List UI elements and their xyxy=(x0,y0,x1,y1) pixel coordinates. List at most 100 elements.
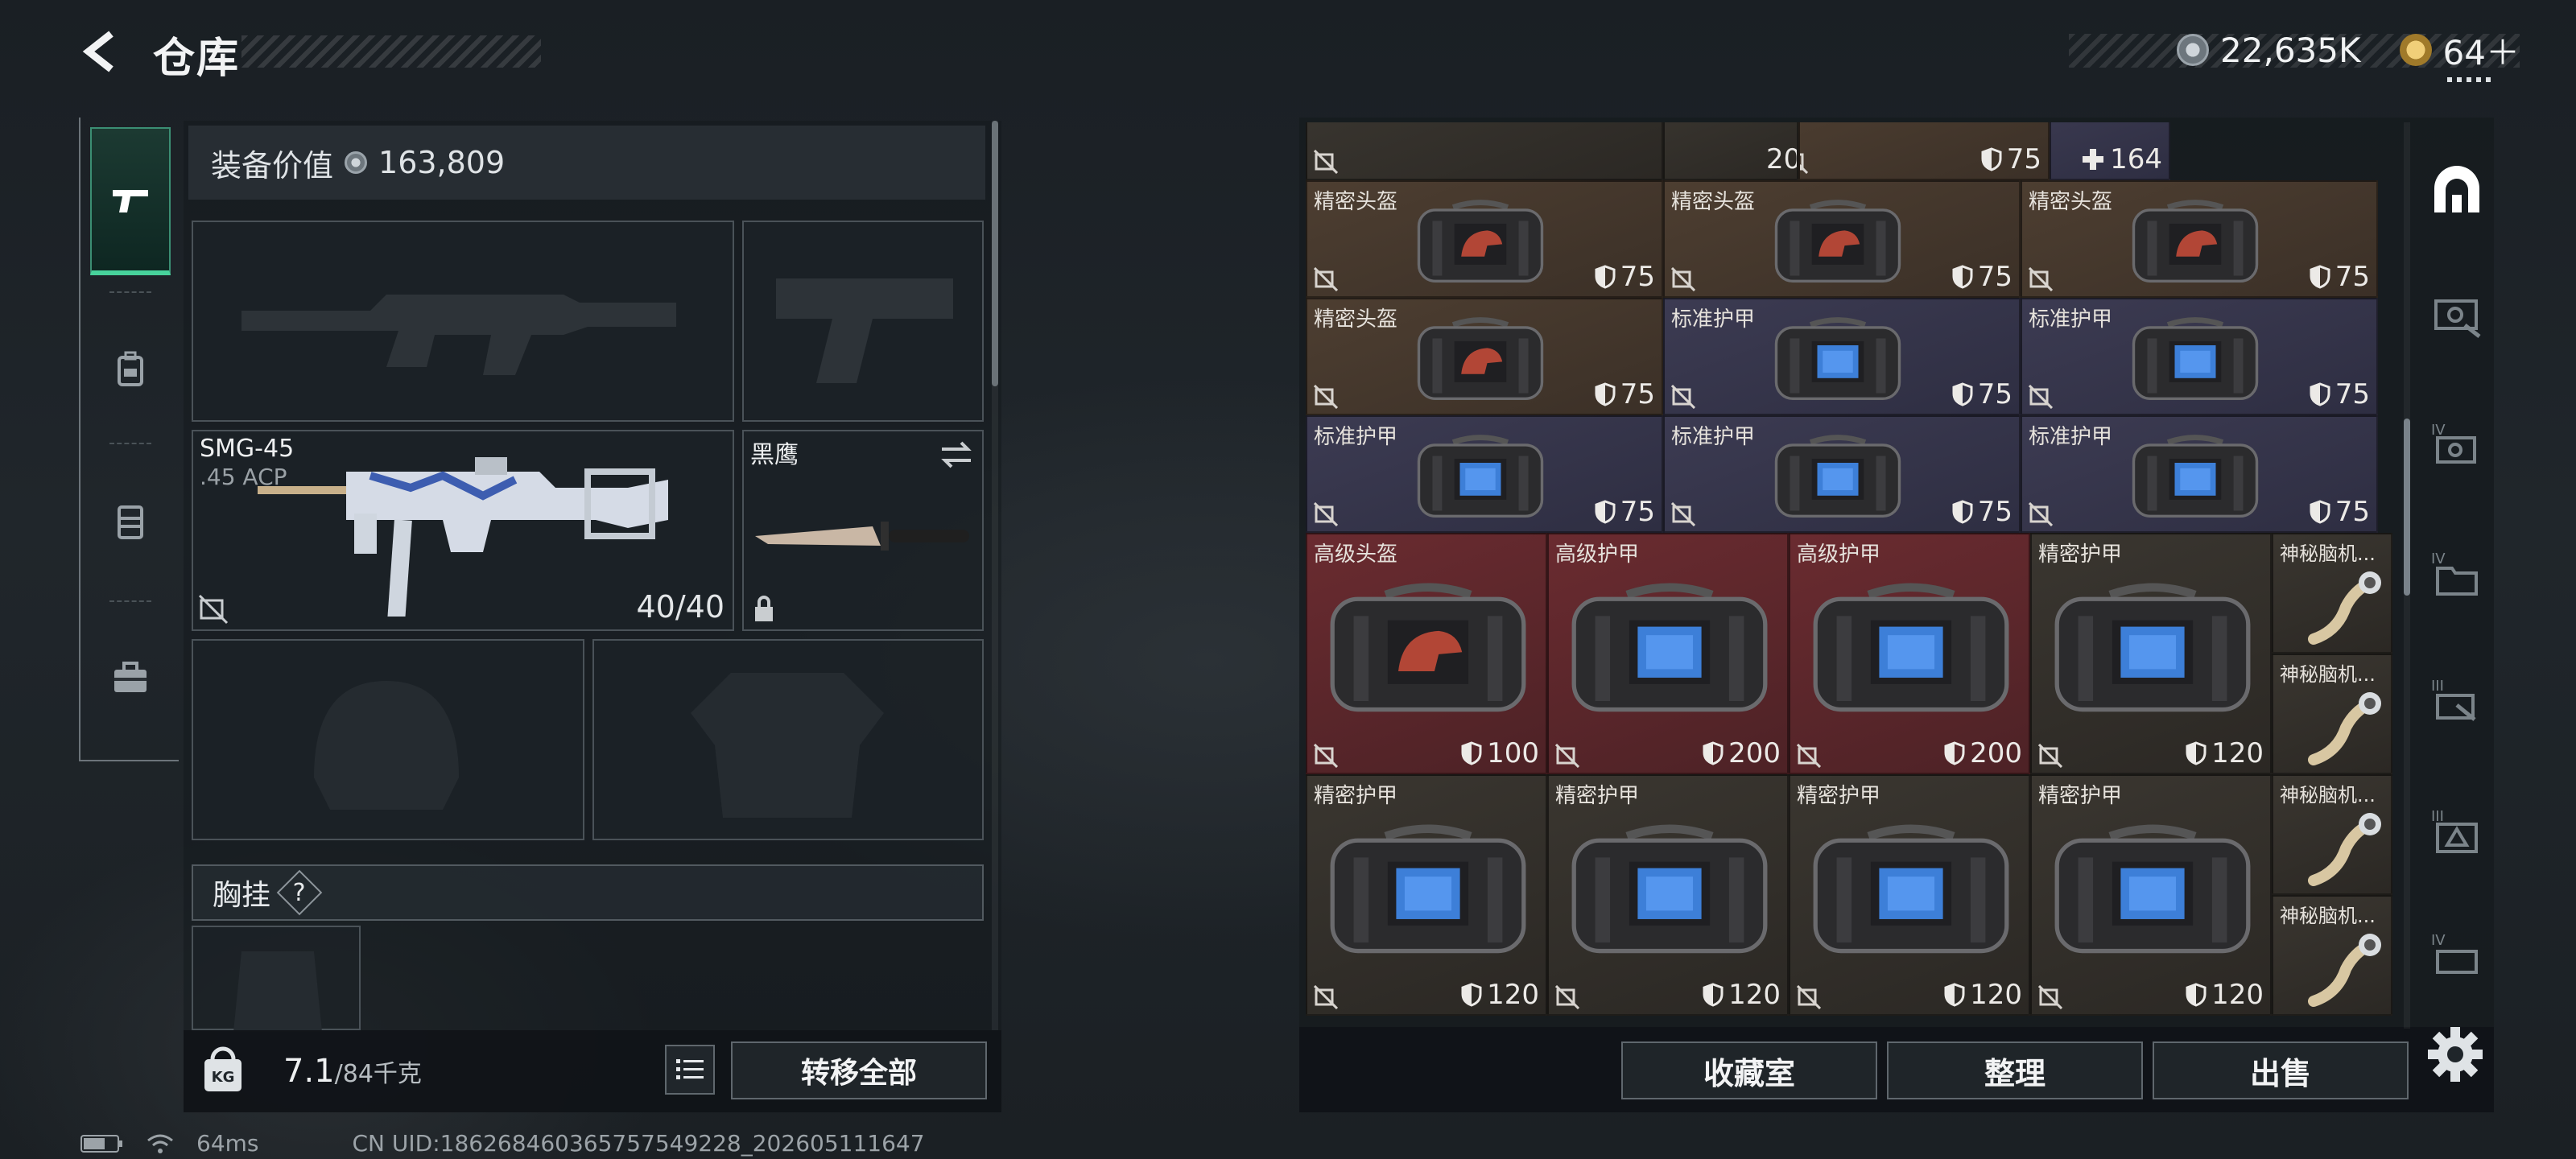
transfer-all-button[interactable]: 转移全部 xyxy=(731,1041,987,1099)
category-tier3-a[interactable]: III xyxy=(2418,663,2496,740)
storage-item-small[interactable]: 神秘脑机... xyxy=(2272,774,2392,895)
armor-case-icon xyxy=(2054,583,2251,712)
item-durability: 75 xyxy=(1952,261,2013,293)
shield-icon xyxy=(1595,265,1616,289)
shield-icon xyxy=(2310,265,2330,289)
storage-item[interactable]: 精密头盔 75 xyxy=(1306,298,1663,415)
storage-item[interactable]: 精密头盔 75 xyxy=(2021,180,2378,298)
no-trade-icon xyxy=(1314,502,1338,526)
storage-item[interactable]: 标准护甲 75 xyxy=(1663,298,2021,415)
brain-chip-icon xyxy=(2308,571,2381,645)
storage-item[interactable]: 标准护甲 75 xyxy=(2021,415,2378,533)
organize-button[interactable]: 整理 xyxy=(1887,1041,2143,1099)
storage-item[interactable]: 精密头盔 75 xyxy=(1663,180,2021,298)
helmet-case-icon xyxy=(1417,200,1544,283)
body-armor-slot[interactable] xyxy=(592,639,984,840)
storage-grid: 20/20 75 164 精密头盔75精密头盔75精密头盔75精密头盔75标准护… xyxy=(1306,122,2392,1029)
tab-rig[interactable] xyxy=(90,448,171,596)
swap-icon[interactable] xyxy=(939,439,974,470)
storage-item[interactable]: 精密头盔 75 xyxy=(1306,180,1663,298)
storage-item-large[interactable]: 精密护甲 120 xyxy=(1789,774,2030,1016)
list-view-button[interactable] xyxy=(665,1045,715,1095)
helmet-case-icon xyxy=(1774,200,1901,283)
help-icon[interactable]: ? xyxy=(276,869,323,916)
armor-case-icon xyxy=(1330,824,1526,954)
item-name: 精密护甲 xyxy=(1314,784,1398,808)
currency-display: 22,635K 64＋ xyxy=(2177,29,2520,72)
silver-amount: 22,635K xyxy=(2220,30,2361,70)
armor-case-icon xyxy=(2054,824,2251,954)
storage-item-large[interactable]: 精密护甲 120 xyxy=(2030,533,2272,774)
gold-amount[interactable]: 64＋ xyxy=(2443,26,2520,75)
svg-text:IV: IV xyxy=(2431,551,2446,567)
storage-item-large[interactable]: 精密护甲 120 xyxy=(1547,774,1789,1016)
storage-item-partial[interactable] xyxy=(1306,122,1663,180)
weight-readout: 7.1/84千克 xyxy=(283,1053,422,1090)
helmet-slot[interactable] xyxy=(192,639,584,840)
storage-item[interactable]: 标准护甲 75 xyxy=(2021,298,2378,415)
equipment-scrollbar[interactable] xyxy=(992,121,998,386)
category-tier4-b[interactable]: IV xyxy=(2418,536,2496,613)
item-name: 神秘脑机... xyxy=(2280,905,2376,927)
shield-icon xyxy=(1944,741,1965,765)
storage-item-ammo[interactable]: 164 xyxy=(2050,122,2170,180)
tab-weapons[interactable] xyxy=(90,127,171,275)
item-durability: 75 xyxy=(1595,261,1655,293)
melee-slot[interactable]: 黑鹰 xyxy=(742,430,984,631)
storage-scrollbar[interactable] xyxy=(2404,419,2410,596)
item-durability: 120 xyxy=(1703,979,1781,1011)
sidearm-slot[interactable] xyxy=(742,221,984,422)
back-arrow-icon[interactable] xyxy=(77,27,126,76)
no-trade-icon xyxy=(1314,150,1338,174)
tab-backpack[interactable] xyxy=(90,295,171,443)
category-tier4-c[interactable]: IV xyxy=(2418,918,2496,995)
storage-item-small[interactable]: 神秘脑机... xyxy=(2272,895,2392,1016)
loadout-tabs xyxy=(79,118,179,761)
item-name: 高级护甲 xyxy=(1555,542,1640,567)
category-weapons[interactable] xyxy=(2418,277,2496,354)
settings-gear-icon[interactable] xyxy=(2423,1022,2487,1087)
storage-item-partial[interactable]: 75 xyxy=(1798,122,2050,180)
category-tier4-a[interactable]: IV xyxy=(2418,407,2496,485)
storage-item-small[interactable]: 神秘脑机... xyxy=(2272,533,2392,654)
storage-item[interactable]: 标准护甲 75 xyxy=(1663,415,2021,533)
category-tier3-b[interactable]: III xyxy=(2418,794,2496,871)
storage-item-large[interactable]: 精密护甲 120 xyxy=(2030,774,2272,1016)
armor-case-icon xyxy=(1571,824,1768,954)
svg-text:IV: IV xyxy=(2431,932,2446,949)
storage-item[interactable]: 标准护甲 75 xyxy=(1306,415,1663,533)
title-decoration xyxy=(242,35,541,68)
equipment-value-bar: 装备价值 163,809 xyxy=(188,126,985,200)
category-all[interactable] xyxy=(2418,155,2496,232)
sell-button[interactable]: 出售 xyxy=(2153,1041,2409,1099)
storage-item-large[interactable]: 高级护甲 200 xyxy=(1547,533,1789,774)
shield-icon xyxy=(1952,500,1973,524)
chest-rig-slot[interactable] xyxy=(192,926,361,1032)
no-trade-icon xyxy=(1314,985,1338,1009)
storage-item-small[interactable]: 神秘脑机... xyxy=(2272,654,2392,774)
armor-case-icon xyxy=(1813,583,2009,712)
no-trade-icon xyxy=(1671,502,1695,526)
storage-item-stack[interactable]: 20/20 xyxy=(1663,122,1798,180)
no-trade-icon xyxy=(2038,985,2062,1009)
primary-rifle-slot[interactable] xyxy=(192,221,734,422)
item-name: 神秘脑机... xyxy=(2280,663,2376,686)
storage-item-large[interactable]: 精密护甲 120 xyxy=(1306,774,1547,1016)
no-trade-icon xyxy=(1671,385,1695,409)
collection-room-button[interactable]: 收藏室 xyxy=(1621,1041,1877,1099)
smg-weapon-icon xyxy=(258,457,668,617)
weight-icon: KG xyxy=(204,1046,242,1091)
storage-item-large[interactable]: 高级护甲 200 xyxy=(1789,533,2030,774)
item-name: 精密头盔 xyxy=(1314,307,1398,332)
no-trade-icon xyxy=(1797,985,1821,1009)
storage-item-large[interactable]: 高级头盔 100 xyxy=(1306,533,1547,774)
equipped-weapon-slot[interactable]: SMG-45 .45 ACP 40/40 xyxy=(192,430,734,631)
lock-icon xyxy=(755,596,773,621)
battery-icon xyxy=(80,1134,122,1153)
no-trade-icon xyxy=(198,594,229,625)
item-durability: 200 xyxy=(1703,737,1781,769)
shield-icon xyxy=(1981,147,2002,171)
item-name: 高级护甲 xyxy=(1797,542,1881,567)
armor-case-icon xyxy=(2132,317,2259,400)
tab-case[interactable] xyxy=(90,604,171,752)
